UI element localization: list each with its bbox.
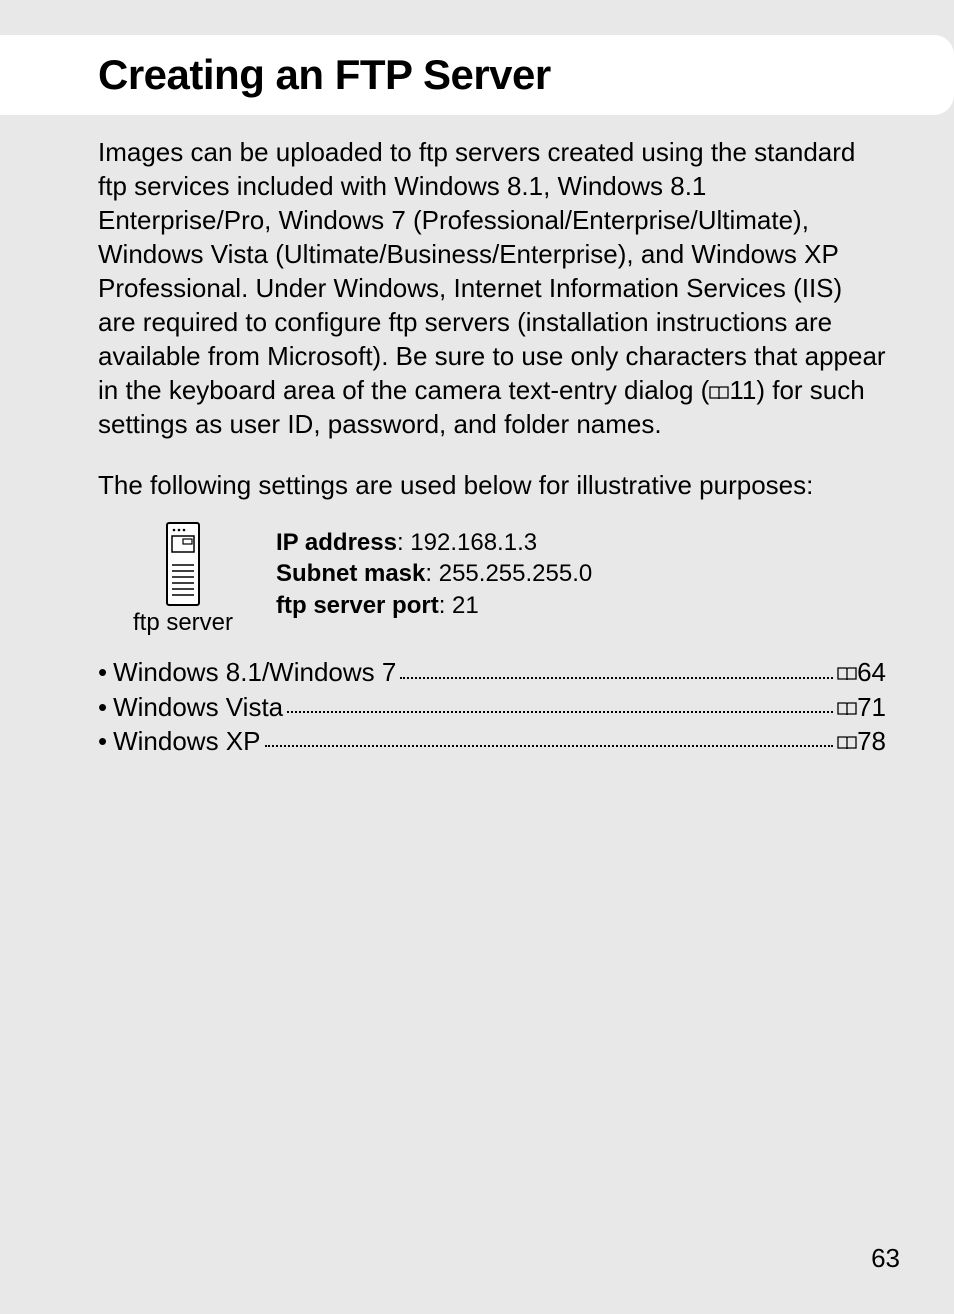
settings-row: ftp server IP address: 192.168.1.3 Subne… — [128, 521, 886, 637]
toc-page: 78 — [857, 724, 886, 758]
toc-leader-dots — [265, 745, 834, 747]
toc-page: 71 — [857, 690, 886, 724]
server-caption: ftp server — [133, 609, 233, 637]
setting-mask-value: : 255.255.255.0 — [425, 560, 592, 587]
setting-port-label: ftp server port — [276, 592, 439, 619]
toc-row: • Windows 8.1/Windows 7 64 — [98, 655, 886, 689]
illustrative-label: The following settings are used below fo… — [98, 469, 886, 503]
bullet-icon: • — [98, 724, 107, 758]
toc: • Windows 8.1/Windows 7 64 • Windows Vis… — [98, 655, 886, 758]
toc-row: • Windows XP 78 — [98, 724, 886, 758]
bullet-icon: • — [98, 655, 107, 689]
page-number: 63 — [871, 1243, 900, 1274]
intro-text-before: Images can be uploaded to ftp servers cr… — [98, 137, 886, 405]
server-illustration: ftp server — [128, 521, 238, 637]
bullet-icon: • — [98, 690, 107, 724]
toc-label: Windows XP — [113, 724, 260, 758]
content-area: Images can be uploaded to ftp servers cr… — [98, 135, 886, 758]
title-bar: Creating an FTP Server — [0, 35, 954, 115]
book-icon — [837, 702, 857, 716]
book-icon — [709, 386, 729, 400]
setting-ip-label: IP address — [276, 529, 397, 556]
intro-ref-num: 11 — [729, 375, 756, 405]
page-title: Creating an FTP Server — [98, 51, 551, 99]
setting-ip: IP address: 192.168.1.3 — [276, 527, 592, 558]
toc-label: Windows Vista — [113, 690, 283, 724]
toc-leader-dots — [400, 677, 833, 679]
settings-list: IP address: 192.168.1.3 Subnet mask: 255… — [276, 521, 592, 621]
setting-port-value: : 21 — [439, 592, 479, 619]
book-icon — [837, 736, 857, 750]
toc-leader-dots — [287, 711, 833, 713]
setting-port: ftp server port: 21 — [276, 590, 592, 621]
book-icon — [837, 667, 857, 681]
setting-mask-label: Subnet mask — [276, 560, 425, 587]
server-tower-icon — [165, 521, 201, 607]
setting-mask: Subnet mask: 255.255.255.0 — [276, 558, 592, 589]
toc-label: Windows 8.1/Windows 7 — [113, 655, 396, 689]
intro-paragraph: Images can be uploaded to ftp servers cr… — [98, 135, 886, 441]
page: Creating an FTP Server Images can be upl… — [0, 0, 954, 1314]
setting-ip-value: : 192.168.1.3 — [397, 529, 537, 556]
toc-row: • Windows Vista 71 — [98, 690, 886, 724]
toc-page: 64 — [857, 655, 886, 689]
